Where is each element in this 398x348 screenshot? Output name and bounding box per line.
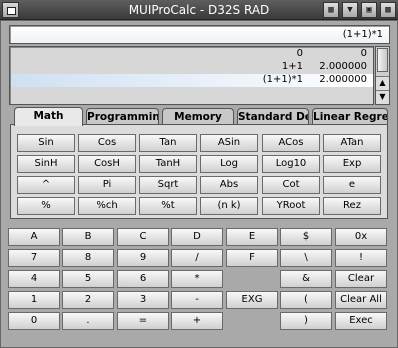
keypad-key[interactable]: 4	[8, 270, 60, 288]
math-key[interactable]: Abs	[200, 176, 258, 194]
tab-math[interactable]: Math	[14, 107, 83, 126]
math-key[interactable]: Log	[200, 155, 258, 173]
keypad-key[interactable]: 9	[117, 249, 169, 267]
math-key[interactable]: Pi	[78, 176, 136, 194]
depth-icon[interactable]: ▩	[380, 2, 396, 18]
history-expression: 1+1	[281, 61, 303, 72]
keypad-key[interactable]: D	[171, 228, 223, 246]
math-key[interactable]: SinH	[17, 155, 75, 173]
history-result: 2.000000	[319, 74, 367, 85]
math-key[interactable]: e	[323, 176, 381, 194]
math-key[interactable]: Cos	[78, 134, 136, 152]
math-key[interactable]: Cot	[262, 176, 320, 194]
keypad-key[interactable]: /	[171, 249, 223, 267]
tab-memory[interactable]: Memory	[162, 108, 234, 125]
history-expression: (1+1)*1	[262, 74, 303, 85]
math-key[interactable]: YRoot	[262, 197, 320, 215]
keypad-key[interactable]: E	[226, 228, 278, 246]
keypad-key[interactable]: *	[171, 270, 223, 288]
keypad-key[interactable]: 8	[62, 249, 114, 267]
keypad-key[interactable]: F	[226, 249, 278, 267]
history-scrollbar[interactable]: ▲ ▼	[375, 46, 390, 105]
keypad-key[interactable]: -	[171, 291, 223, 309]
math-key[interactable]: ^	[17, 176, 75, 194]
keypad-key[interactable]: 1	[8, 291, 60, 309]
math-key[interactable]: Exp	[323, 155, 381, 173]
math-key[interactable]: %ch	[78, 197, 136, 215]
scrollbar-thumb[interactable]	[377, 48, 388, 72]
math-key[interactable]: ATan	[323, 134, 381, 152]
jump-icon[interactable]: ▼	[342, 2, 358, 18]
keypad-key[interactable]: 5	[62, 270, 114, 288]
tab-standard-deviation[interactable]: Standard De	[237, 108, 309, 125]
keypad-key[interactable]: 2	[62, 291, 114, 309]
keypad-key[interactable]: 3	[117, 291, 169, 309]
math-key[interactable]: ACos	[262, 134, 320, 152]
keypad-key[interactable]: A	[8, 228, 60, 246]
scroll-down-icon[interactable]: ▼	[376, 90, 389, 104]
keypad-key[interactable]: (	[280, 291, 332, 309]
title-bar[interactable]: MUIProCalc - D32S RAD ▦ ▼ ▣ ▩	[0, 0, 398, 20]
math-key[interactable]: CosH	[78, 155, 136, 173]
keypad-key[interactable]: .	[62, 312, 114, 330]
keypad-key[interactable]: Clear	[335, 270, 387, 288]
keypad-key[interactable]: 7	[8, 249, 60, 267]
keypad-key[interactable]: 6	[117, 270, 169, 288]
keypad-key[interactable]: )	[280, 312, 332, 330]
math-key[interactable]: Tan	[139, 134, 197, 152]
math-key[interactable]: Sqrt	[139, 176, 197, 194]
math-key[interactable]: ASin	[200, 134, 258, 152]
history-result: 0	[360, 48, 367, 59]
keypad-key[interactable]: =	[117, 312, 169, 330]
keypad-key[interactable]: Exec	[335, 312, 387, 330]
tab-linear-regression[interactable]: Linear Regre	[312, 108, 388, 125]
keypad-key[interactable]: Clear All	[335, 291, 387, 309]
scroll-up-icon[interactable]: ▲	[376, 76, 389, 90]
keypad-key[interactable]: C	[117, 228, 169, 246]
list-item[interactable]: 0 0	[11, 48, 373, 61]
list-item[interactable]: 1+1 2.000000	[11, 61, 373, 74]
history-list[interactable]: 0 0 1+1 2.000000 (1+1)*1 2.000000	[9, 46, 374, 105]
keypad-key[interactable]: 0	[8, 312, 60, 330]
math-key[interactable]: Log10	[262, 155, 320, 173]
keypad-key[interactable]: B	[62, 228, 114, 246]
math-key[interactable]: Rez	[323, 197, 381, 215]
math-key[interactable]: TanH	[139, 155, 197, 173]
zoom-icon[interactable]: ▣	[361, 2, 377, 18]
keypad-key[interactable]: \	[280, 249, 332, 267]
expression-value: (1+1)*1	[342, 29, 383, 40]
history-expression: 0	[296, 48, 303, 59]
math-key[interactable]: Sin	[17, 134, 75, 152]
math-key[interactable]: %t	[139, 197, 197, 215]
tab-programming[interactable]: Programmin	[86, 108, 159, 125]
keypad-key[interactable]: &	[280, 270, 332, 288]
keypad-key[interactable]: 0x	[335, 228, 387, 246]
list-item-selected[interactable]: (1+1)*1 2.000000	[11, 74, 373, 87]
expression-input[interactable]: (1+1)*1	[9, 25, 390, 44]
iconify-icon[interactable]: ▦	[323, 2, 339, 18]
math-key[interactable]: %	[17, 197, 75, 215]
keypad-key[interactable]: $	[280, 228, 332, 246]
math-key[interactable]: (n k)	[200, 197, 258, 215]
keypad-key[interactable]: !	[335, 249, 387, 267]
history-result: 2.000000	[319, 61, 367, 72]
keypad-key[interactable]: EXG	[226, 291, 278, 309]
keypad-key[interactable]: +	[171, 312, 223, 330]
